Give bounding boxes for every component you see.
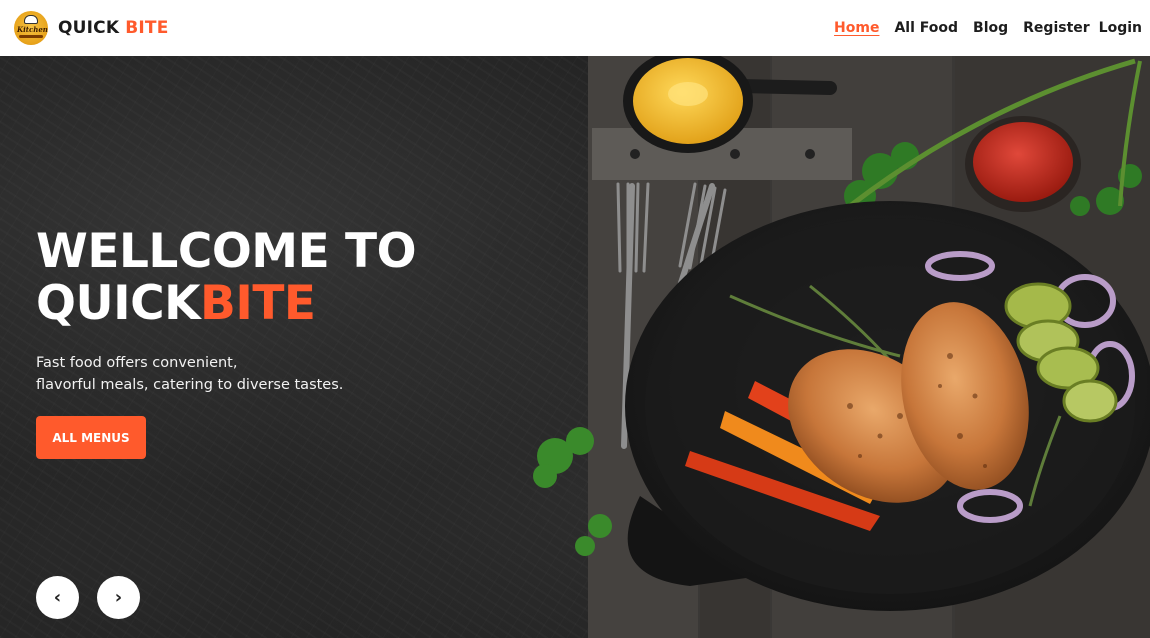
brand-name[interactable]: QUICK BITE	[58, 18, 169, 38]
brand-name-part1: QUICK	[58, 18, 120, 38]
nav-blog[interactable]: Blog	[973, 20, 1008, 36]
chef-hat-icon	[24, 15, 38, 24]
logo-band	[19, 35, 43, 38]
logo-text: Kitchen	[17, 25, 48, 34]
brand[interactable]: Kitchen QUICK BITE	[14, 11, 169, 45]
hero-title-line1: WELLCOME TO	[36, 224, 417, 279]
main-nav: Home All Food Blog Register Login	[819, 20, 1142, 36]
all-menus-button[interactable]: ALL MENUS	[36, 416, 146, 459]
hero-description-line1: Fast food offers convenient,	[36, 355, 238, 371]
kitchen-logo-icon[interactable]: Kitchen	[14, 11, 48, 45]
nav-register[interactable]: Register	[1023, 20, 1090, 36]
carousel-next-button[interactable]: ›	[97, 576, 140, 619]
chevron-left-icon: ‹	[53, 587, 62, 608]
nav-login[interactable]: Login	[1099, 20, 1142, 36]
nav-home[interactable]: Home	[834, 20, 879, 36]
site-header: Kitchen QUICK BITE Home All Food Blog Reg…	[0, 0, 1150, 56]
carousel-prev-button[interactable]: ‹	[36, 576, 79, 619]
brand-name-part2: BITE	[125, 18, 169, 38]
nav-all-food[interactable]: All Food	[894, 20, 958, 36]
hero-description: Fast food offers convenient, flavorful m…	[36, 352, 356, 396]
ketchup-bowl	[965, 116, 1081, 212]
hero-text: WELLCOME TO QUICKBITE Fast food offers c…	[36, 226, 556, 459]
hero-title: WELLCOME TO QUICKBITE	[36, 226, 556, 330]
hero-banner: WELLCOME TO QUICKBITE Fast food offers c…	[0, 56, 1150, 638]
hero-description-line2: flavorful meals, catering to diverse tas…	[36, 377, 344, 393]
hero-title-line2-part2: BITE	[200, 276, 316, 331]
chevron-right-icon: ›	[114, 587, 123, 608]
hero-title-line2-part1: QUICK	[36, 276, 201, 331]
